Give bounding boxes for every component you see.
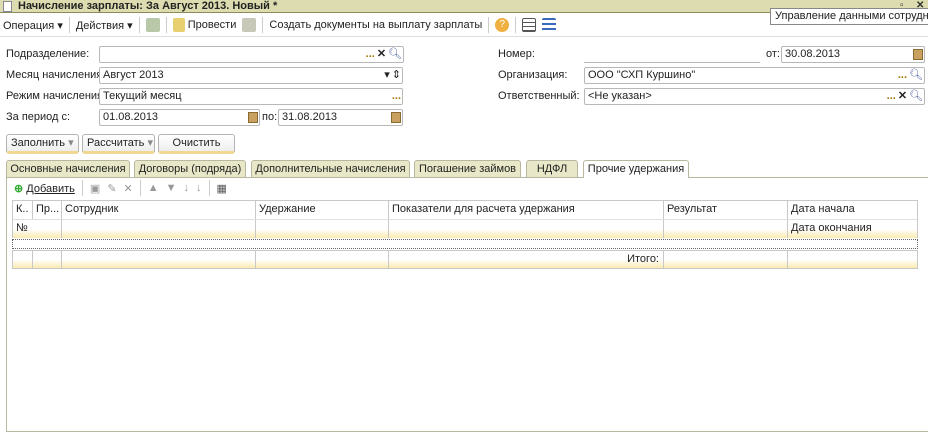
operation-menu[interactable]: Операция ▾ [3,19,63,32]
structure-icon[interactable] [542,18,557,32]
col-pr[interactable]: Пр... [33,201,62,219]
tooltip: Управление данными сотрудника [770,8,928,25]
month-input[interactable]: Август 2013 ▾ ⇕ [99,67,403,84]
search-icon[interactable]: 🔍︎ [909,89,923,104]
number-label: Номер: [498,48,535,60]
select-icon[interactable]: ... [366,47,375,62]
tab-main-accruals[interactable]: Основные начисления [6,160,130,177]
period-to-input[interactable]: 31.08.2013 [278,109,403,126]
period-from-input[interactable]: 01.08.2013 [99,109,260,126]
period-label: За период с: [6,111,71,123]
responsible-label: Ответственный: [498,90,580,102]
select-icon[interactable]: ... [392,89,401,104]
tab-loan-repayment[interactable]: Погашение займов [414,160,521,177]
org-label: Организация: [498,69,568,81]
col-deduction[interactable]: Удержание [256,201,389,219]
col-start-date[interactable]: Дата начала [788,201,919,219]
edit-icon[interactable]: ✎ [107,182,116,195]
date-label: от: [766,48,780,60]
table-footer: Итого: [12,250,918,269]
subdivision-label: Подразделение: [6,48,90,60]
select-icon[interactable]: ... [887,89,896,104]
actions-menu[interactable]: Действия ▾ [76,19,133,32]
org-input[interactable]: ООО "СХП Куршино"... 🔍︎ [584,67,925,84]
calendar-icon[interactable] [913,49,923,60]
responsible-input[interactable]: <Не указан>... ✕ 🔍︎ [584,88,925,105]
delete-icon[interactable]: ✕ [124,182,133,195]
table-header: К.. Пр... Сотрудник Удержание Показатели… [12,200,918,238]
table-toolbar: ⊕ Добавить ▣ ✎ ✕ ▲ ▼ ↓ ↓ ▦ [14,180,227,196]
mode-label: Режим начисления: [6,90,107,102]
document-icon [3,1,12,12]
sort-desc-icon[interactable]: ↓ [196,182,202,194]
clear-icon[interactable]: ✕ [377,47,386,62]
save-icon[interactable] [145,18,160,32]
help-icon[interactable]: ? [495,18,510,32]
col-k[interactable]: К.. [13,201,33,219]
col-end-date[interactable]: Дата окончания [788,220,919,238]
sort-asc-icon[interactable]: ↓ [184,182,190,194]
clear-button[interactable]: Очистить [158,134,235,154]
col-indicators[interactable]: Показатели для расчета удержания [389,201,664,219]
calendar-icon[interactable] [391,112,401,123]
tab-contracts[interactable]: Договоры (подряда) [134,160,246,177]
fill-button[interactable]: Заполнить ▾ [6,134,79,154]
calendar-icon[interactable] [248,112,258,123]
mode-input[interactable]: Текущий месяц... [99,88,403,105]
tab-ndfl[interactable]: НДФЛ [526,160,578,177]
col-number[interactable]: № [13,220,62,238]
clear-icon[interactable]: ✕ [898,89,907,104]
calculate-button[interactable]: Рассчитать ▾ [82,134,155,154]
month-label: Месяц начисления: [6,69,106,81]
move-up-icon[interactable]: ▲ [148,182,159,194]
create-payment-docs-button[interactable]: Создать документы на выплату зарплаты [269,19,482,31]
search-icon[interactable]: 🔍︎ [388,47,402,62]
move-down-icon[interactable]: ▼ [166,182,177,194]
post-button[interactable]: Провести [172,18,236,32]
col-employee[interactable]: Сотрудник [62,201,256,219]
total-result [664,251,788,268]
subdivision-input[interactable]: ... ✕ 🔍︎ [99,46,404,63]
tab-other-deductions[interactable]: Прочие удержания [583,160,689,178]
total-label: Итого: [389,251,664,268]
add-icon: ⊕ [14,182,24,195]
add-button[interactable]: ⊕ Добавить [14,182,75,195]
select-icon[interactable]: ... [898,68,907,83]
copy-icon[interactable]: ▣ [90,182,100,195]
table-empty-row[interactable] [12,239,918,249]
post-icon [172,18,185,32]
spin-icon[interactable]: ⇕ [392,68,401,83]
window-title: Начисление зарплаты: За Август 2013. Нов… [18,0,278,12]
number-input[interactable] [584,46,760,63]
col-result[interactable]: Результат [664,201,788,219]
dropdown-icon[interactable]: ▾ [384,68,390,83]
table-settings-icon[interactable]: ▦ [217,182,227,195]
period-to-label: по: [262,111,278,123]
search-icon[interactable]: 🔍︎ [909,68,923,83]
tab-additional-accruals[interactable]: Дополнительные начисления [251,160,410,177]
list-icon[interactable] [522,18,537,32]
unpost-icon[interactable] [242,18,257,32]
date-input[interactable]: 30.08.2013 [781,46,925,63]
